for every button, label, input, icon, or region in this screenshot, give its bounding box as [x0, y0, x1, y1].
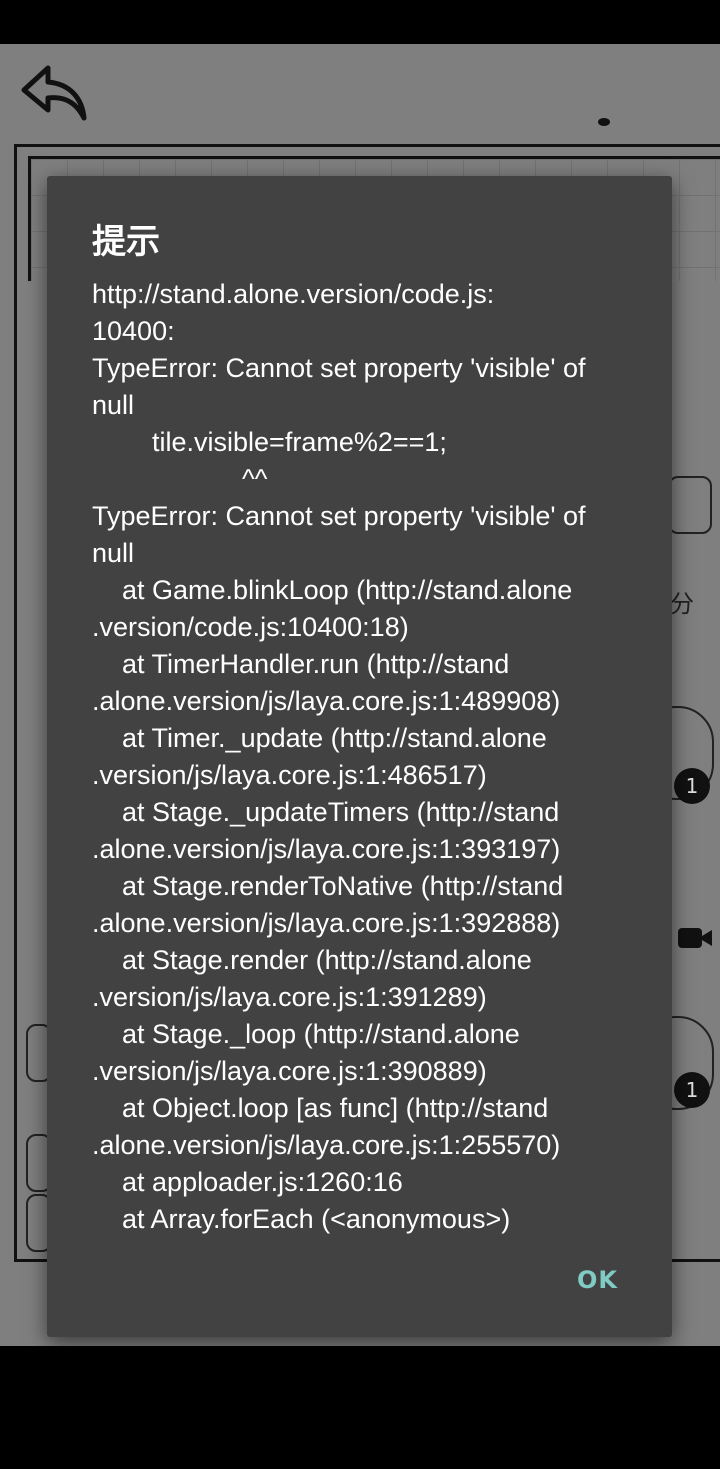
- status-bar: [0, 0, 720, 44]
- decor-dot: [598, 118, 610, 126]
- video-icon[interactable]: [676, 924, 714, 952]
- count-badge: 1: [674, 1072, 710, 1108]
- side-item[interactable]: [668, 476, 712, 534]
- back-arrow-icon[interactable]: [18, 62, 90, 124]
- count-badge: 1: [674, 768, 710, 804]
- dialog-title: 提示: [92, 222, 160, 262]
- error-dialog: 提示 http://stand.alone.version/code.js: 1…: [47, 176, 672, 1337]
- screen: 分 1 1 提示 http://stand.alone.version/code…: [0, 0, 720, 1469]
- error-message: http://stand.alone.version/code.js: 1040…: [92, 279, 586, 1234]
- navigation-bar: [0, 1346, 720, 1469]
- ok-button[interactable]: OK: [563, 1258, 632, 1302]
- side-label: 分: [670, 590, 694, 618]
